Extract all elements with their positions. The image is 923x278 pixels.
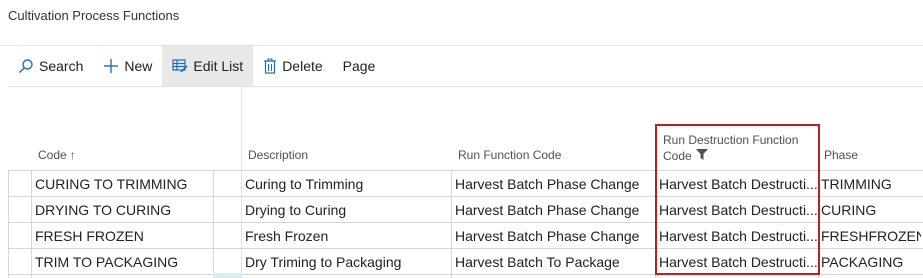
cell-run-function-code[interactable]: Harvest Batch Phase Change <box>455 202 653 218</box>
cell-run-destruction-code[interactable]: Harvest Batch Destructi... <box>659 176 817 192</box>
cell-description[interactable]: Curing to Trimming <box>245 176 449 192</box>
cell-phase[interactable]: FRESHFROZEN <box>821 228 921 244</box>
column-header-run-destruction-line1: Run Destruction Function <box>663 133 799 147</box>
cell-code[interactable]: FRESH FROZEN <box>35 228 211 244</box>
row-separator <box>8 274 923 275</box>
cell-description[interactable]: Fresh Frozen <box>245 228 449 244</box>
delete-button[interactable]: Delete <box>253 46 332 86</box>
column-header-code[interactable]: Code ↑ <box>38 148 76 162</box>
search-button-label: Search <box>39 58 84 74</box>
column-separator <box>451 170 452 278</box>
cell-run-destruction-code[interactable]: Harvest Batch Destructi... <box>659 254 817 270</box>
row-separator <box>8 222 923 223</box>
column-header-run-destruction-line2: Code <box>663 149 692 163</box>
cell-code[interactable]: DRYING TO CURING <box>35 202 211 218</box>
row-separator <box>8 248 923 249</box>
frozen-column-divider <box>241 86 242 278</box>
column-separator <box>31 170 32 278</box>
cell-code[interactable]: CURING TO TRIMMING <box>35 176 211 192</box>
cell-description[interactable]: Drying to Curing <box>245 202 449 218</box>
edit-list-button-label: Edit List <box>193 58 244 74</box>
page-menu-button[interactable]: Page <box>333 46 386 86</box>
action-bar: Search New Edit List Delete Page <box>8 46 385 86</box>
search-icon <box>18 58 34 74</box>
search-button[interactable]: Search <box>8 46 93 86</box>
edit-list-button[interactable]: Edit List <box>162 46 254 86</box>
cell-run-function-code[interactable]: Harvest Batch Phase Change <box>455 176 653 192</box>
column-header-description[interactable]: Description <box>248 148 308 162</box>
column-header-phase-label: Phase <box>824 148 859 162</box>
cell-run-destruction-code[interactable]: Harvest Batch Destructi... <box>659 228 817 244</box>
cell-phase[interactable]: TRIMMING <box>821 176 921 192</box>
cell-run-destruction-code[interactable]: Harvest Batch Destructi... <box>659 202 817 218</box>
column-header-phase[interactable]: Phase <box>824 148 858 162</box>
column-header-code-label: Code <box>38 148 67 162</box>
column-header-run-destruction-function-code[interactable]: Run Destruction Function Code <box>663 132 798 164</box>
cell-run-function-code[interactable]: Harvest Batch Phase Change <box>455 228 653 244</box>
toolbar-divider <box>8 86 923 87</box>
cell-description[interactable]: Dry Triming to Packaging <box>245 254 449 270</box>
row-separator <box>8 170 923 171</box>
column-header-run-function-code[interactable]: Run Function Code <box>458 148 561 162</box>
column-separator <box>8 170 9 278</box>
column-separator <box>213 170 214 278</box>
row-separator <box>8 196 923 197</box>
cell-phase[interactable]: CURING <box>821 202 921 218</box>
column-separator <box>818 170 819 278</box>
row-indicator <box>213 273 241 278</box>
page-title: Cultivation Process Functions <box>8 8 180 23</box>
cell-phase[interactable]: PACKAGING <box>821 254 921 270</box>
column-header-run-function-code-label: Run Function Code <box>458 148 562 162</box>
new-button[interactable]: New <box>93 46 162 86</box>
cell-code[interactable]: TRIM TO PACKAGING <box>35 254 211 270</box>
trash-icon <box>263 58 277 74</box>
plus-icon <box>103 58 119 74</box>
sort-ascending-icon: ↑ <box>69 148 76 162</box>
edit-list-icon <box>172 58 188 74</box>
page-menu-label: Page <box>342 58 376 74</box>
filter-icon <box>695 148 708 164</box>
cell-run-function-code[interactable]: Harvest Batch To Package <box>455 254 653 270</box>
delete-button-label: Delete <box>282 58 323 74</box>
column-header-description-label: Description <box>248 148 309 162</box>
new-button-label: New <box>124 58 153 74</box>
column-separator <box>655 170 656 278</box>
